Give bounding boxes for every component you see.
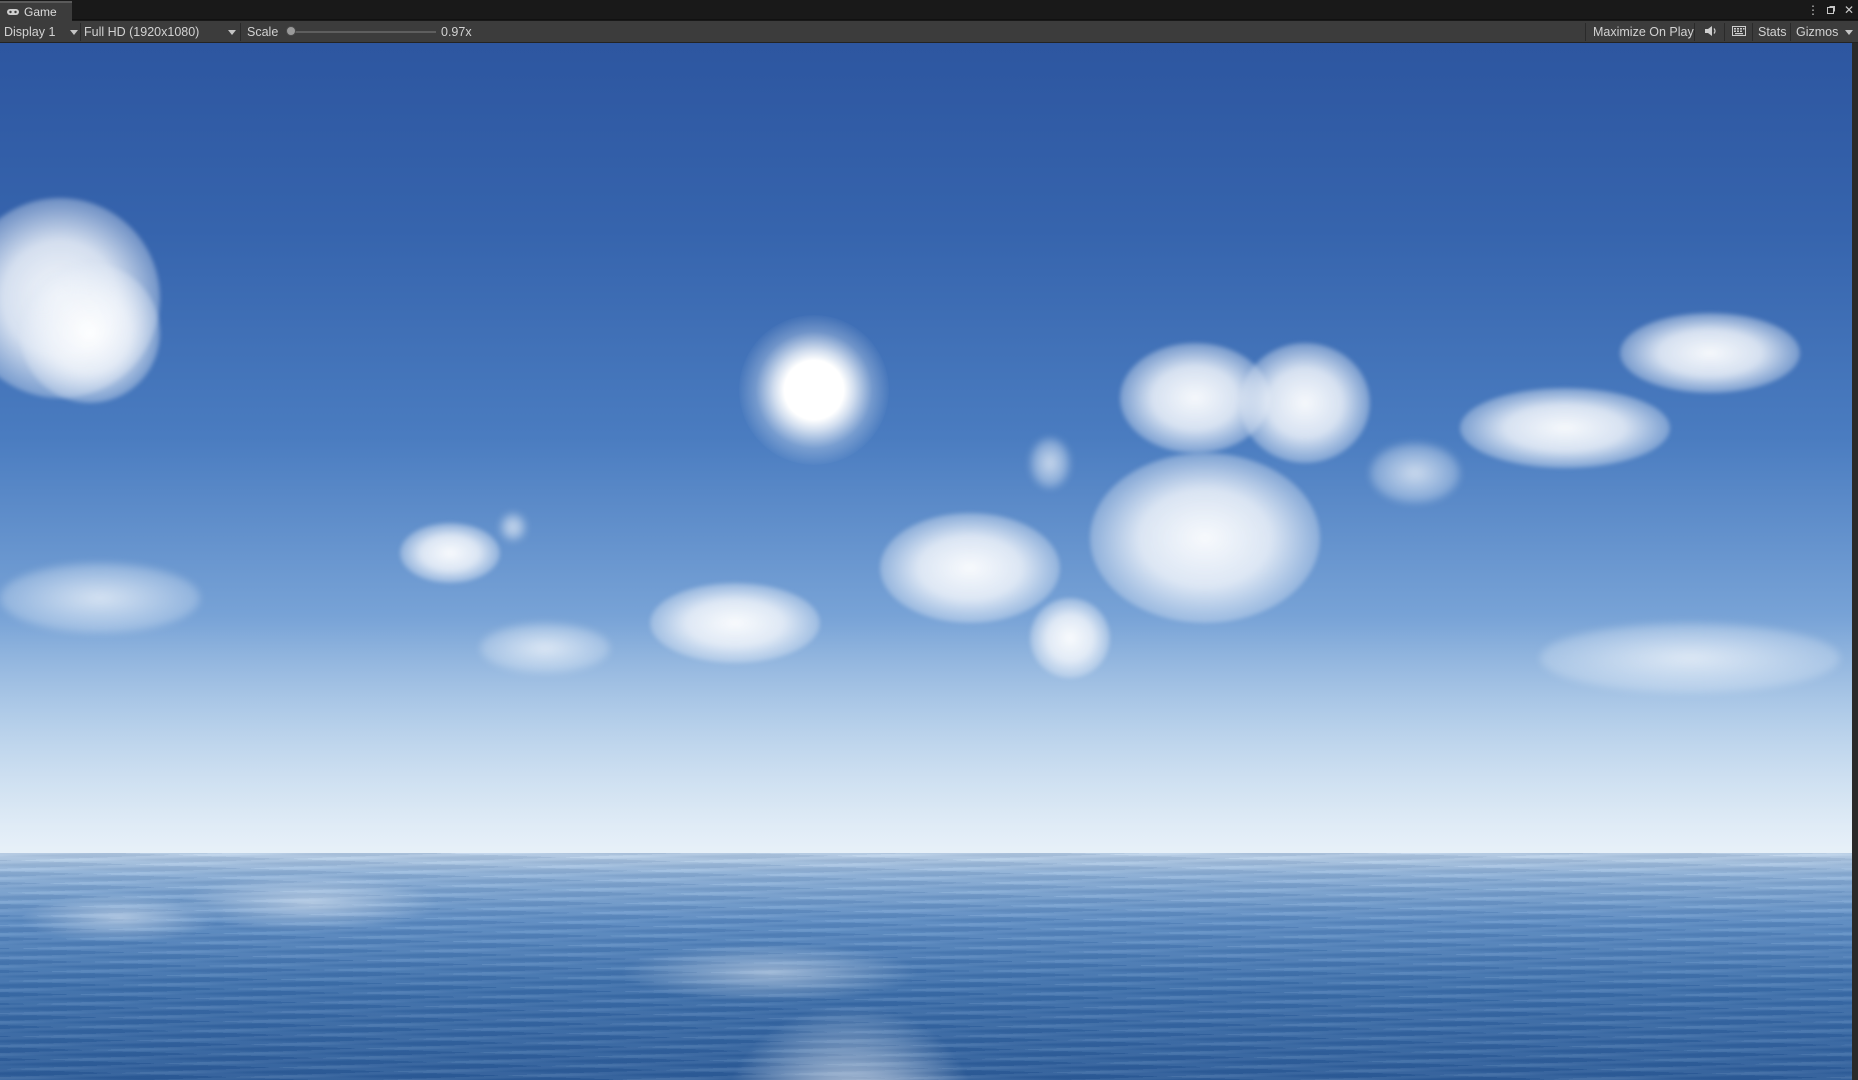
maximize-on-play-button[interactable]: Maximize On Play xyxy=(1587,21,1700,43)
chevron-down-icon xyxy=(70,30,78,35)
tab-game-label: Game xyxy=(24,5,57,19)
scale-slider-thumb[interactable] xyxy=(286,26,296,36)
chevron-down-icon xyxy=(228,30,236,35)
window-controls: ⋮ ✕ xyxy=(1807,2,1854,18)
cloud xyxy=(880,513,1060,623)
gizmos-label: Gizmos xyxy=(1796,25,1839,39)
cloud xyxy=(1240,343,1370,463)
cloud xyxy=(400,523,500,583)
toolbar-divider xyxy=(1694,23,1695,41)
scale-value: 0.97x xyxy=(441,21,472,43)
display-dropdown-label: Display 1 xyxy=(4,25,56,39)
toolbar-divider xyxy=(240,23,241,41)
sun xyxy=(739,315,889,465)
chevron-down-icon xyxy=(1845,29,1853,35)
window-tab-bar: Game ⋮ ✕ xyxy=(0,0,1858,21)
gizmos-dropdown[interactable] xyxy=(1842,21,1856,43)
cloud xyxy=(1370,443,1460,503)
toolbar-divider xyxy=(80,23,81,41)
maximize-on-play-label: Maximize On Play xyxy=(1593,25,1694,39)
game-view-toolbar: Display 1 Full HD (1920x1080) Scale 0.97… xyxy=(0,21,1858,43)
cloud xyxy=(500,513,526,541)
scale-slider[interactable] xyxy=(286,21,436,43)
gizmos-button[interactable]: Gizmos xyxy=(1790,21,1844,43)
scale-slider-track xyxy=(290,31,436,33)
stats-button[interactable]: Stats xyxy=(1752,21,1793,43)
more-options-icon[interactable]: ⋮ xyxy=(1807,3,1819,17)
sea-foam xyxy=(620,943,920,1003)
gamepad-icon xyxy=(6,7,20,17)
scale-label-text: Scale xyxy=(247,25,279,39)
keyboard-shortcuts-button[interactable] xyxy=(1728,21,1750,43)
viewport-edge xyxy=(1852,43,1858,1080)
toolbar-divider xyxy=(1585,23,1586,41)
sea-foam xyxy=(180,873,440,933)
sea-foam xyxy=(20,893,220,943)
maximize-window-icon[interactable] xyxy=(1826,5,1836,15)
stats-label: Stats xyxy=(1758,25,1787,39)
scale-label: Scale xyxy=(247,21,278,43)
resolution-dropdown-label: Full HD (1920x1080) xyxy=(84,25,200,39)
cloud xyxy=(20,263,160,403)
tab-game[interactable]: Game xyxy=(0,1,72,21)
close-icon[interactable]: ✕ xyxy=(1844,3,1854,17)
resolution-dropdown[interactable]: Full HD (1920x1080) xyxy=(84,21,236,43)
cloud xyxy=(1460,388,1670,468)
cloud xyxy=(1090,453,1320,623)
cloud xyxy=(1620,313,1800,393)
game-viewport[interactable] xyxy=(0,43,1852,1080)
scale-value-text: 0.97x xyxy=(441,25,472,39)
cloud xyxy=(1030,438,1070,488)
keyboard-icon xyxy=(1732,25,1746,39)
display-dropdown[interactable]: Display 1 xyxy=(4,21,78,43)
